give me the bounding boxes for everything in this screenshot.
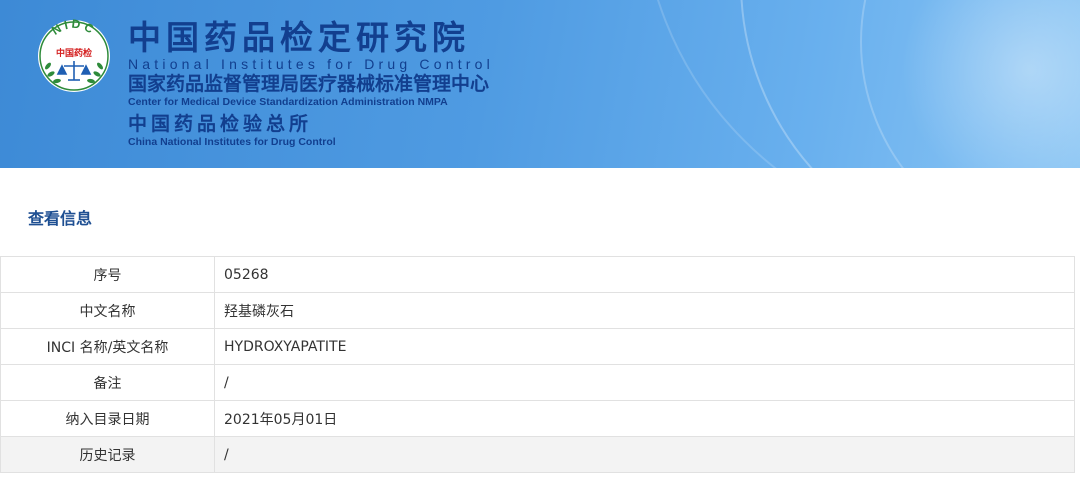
table-row: 历史记录 / bbox=[0, 436, 1075, 473]
site-subtitle2-en: China National Institutes for Drug Contr… bbox=[128, 136, 336, 148]
decorative-glow bbox=[900, 0, 1080, 168]
row-value: 羟基磷灰石 bbox=[214, 292, 1075, 329]
row-value: / bbox=[214, 436, 1075, 473]
row-value: / bbox=[214, 364, 1075, 401]
site-subtitle-cn: 国家药品监督管理局医疗器械标准管理中心 bbox=[128, 74, 490, 95]
logo-center-text: 中国药检 bbox=[56, 47, 92, 59]
section-title: 查看信息 bbox=[28, 209, 93, 228]
site-title-cn: 中国药品检定研究院 bbox=[128, 18, 470, 57]
row-label: 序号 bbox=[0, 256, 215, 293]
info-table: 序号 05268 中文名称 羟基磷灰石 INCI 名称/英文名称 HYDROXY… bbox=[0, 256, 1075, 473]
site-subtitle-en: Center for Medical Device Standardizatio… bbox=[128, 96, 448, 108]
site-subtitle2-cn: 中国药品检验总所 bbox=[128, 114, 313, 135]
table-row: 纳入目录日期 2021年05月01日 bbox=[0, 400, 1075, 437]
header-banner: NIDC 中国药检 中国药品检定研究院 National Institutes … bbox=[0, 0, 1080, 168]
row-value: HYDROXYAPATITE bbox=[214, 328, 1075, 365]
nidc-logo: NIDC 中国药检 bbox=[38, 17, 110, 92]
row-value: 05268 bbox=[214, 256, 1075, 293]
row-value: 2021年05月01日 bbox=[214, 400, 1075, 437]
row-label: 备注 bbox=[0, 364, 215, 401]
table-row: 中文名称 羟基磷灰石 bbox=[0, 292, 1075, 329]
table-row: 序号 05268 bbox=[0, 256, 1075, 293]
table-row: INCI 名称/英文名称 HYDROXYAPATITE bbox=[0, 328, 1075, 365]
row-label: 历史记录 bbox=[0, 436, 215, 473]
header-titles: 中国药品检定研究院 National Institutes for Drug C… bbox=[128, 20, 494, 149]
site-title-en: National Institutes for Drug Control bbox=[128, 56, 494, 72]
row-label: 纳入目录日期 bbox=[0, 400, 215, 437]
row-label: INCI 名称/英文名称 bbox=[0, 328, 215, 365]
table-row: 备注 / bbox=[0, 364, 1075, 401]
row-label: 中文名称 bbox=[0, 292, 215, 329]
